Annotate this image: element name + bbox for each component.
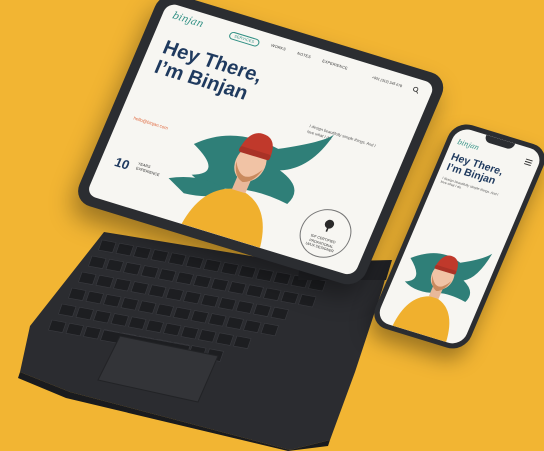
keyboard-key[interactable] [140,265,159,279]
keyboard-key[interactable] [120,297,139,311]
keyboard-key[interactable] [263,287,282,301]
tablet-phone-number[interactable]: +001 (313) 345 678 [371,75,403,88]
phone-logo[interactable]: binjan [456,138,480,152]
keyboard-key[interactable] [133,246,152,260]
keyboard-key[interactable] [180,326,199,340]
keyboard-key[interactable] [228,281,247,295]
nav-works[interactable]: WORKS [269,43,286,55]
tablet-logo[interactable]: binjan [171,11,205,30]
keyboard-key[interactable] [245,284,264,298]
keyboard-key[interactable] [198,329,217,343]
menu-icon[interactable] [523,158,533,167]
keyboard-key[interactable] [298,294,317,308]
keyboard-key[interactable] [75,306,94,321]
keyboard-key[interactable] [203,258,222,273]
keyboard-key[interactable] [225,316,244,330]
years-number: 10 [112,154,132,173]
keyboard-key[interactable] [68,287,87,301]
keyboard-key[interactable] [65,322,84,337]
keyboard-key[interactable] [155,303,174,317]
keyboard-key[interactable] [185,255,204,269]
keyboard-key[interactable] [193,274,212,289]
keyboard-key[interactable] [260,322,279,337]
keyboard-key[interactable] [253,303,272,317]
keyboard-key[interactable] [200,294,219,308]
nav-services[interactable]: SERVICES [227,30,261,48]
tablet-email[interactable]: hello@binjan.com [133,115,169,130]
tree-icon [318,218,338,238]
keyboard-key[interactable] [150,249,169,263]
years-label: YEARS EXPERIENCE [135,162,162,178]
keyboard-key[interactable] [158,268,177,282]
keyboard-key[interactable] [163,322,182,337]
keyboard-key[interactable] [273,271,292,285]
keyboard-key[interactable] [218,297,237,311]
keyboard-key[interactable] [145,319,164,333]
keyboard-key[interactable] [88,255,107,269]
keyboard-key[interactable] [190,310,209,324]
keyboard-key[interactable] [270,306,289,321]
keyboard-key[interactable] [98,239,117,253]
keyboard-key[interactable] [105,258,124,273]
keyboard-key[interactable] [83,326,102,340]
hero-scene: binjan SERVICES WORKS NOTES EXPERIENCE +… [0,0,544,451]
keyboard-key[interactable] [208,313,227,327]
keyboard-key[interactable] [168,252,187,266]
keyboard-key[interactable] [138,300,157,314]
keyboard-key[interactable] [165,287,184,301]
keyboard-key[interactable] [220,262,239,276]
keyboard-key[interactable] [110,313,129,327]
keyboard-key[interactable] [58,303,77,317]
keyboard-key[interactable] [85,290,104,305]
keyboard-key[interactable] [130,281,149,295]
keyboard-key[interactable] [255,268,274,282]
keyboard-key[interactable] [173,306,192,321]
keyboard-key[interactable] [103,294,122,308]
keyboard-key[interactable] [238,265,257,279]
keyboard-key[interactable] [48,319,67,333]
keyboard-key[interactable] [175,271,194,285]
keyboard-key[interactable] [210,278,229,292]
keyboard-key[interactable] [95,274,114,289]
nav-experience[interactable]: EXPERIENCE [320,59,348,74]
keyboard-key[interactable] [243,319,262,333]
keyboard-key[interactable] [183,290,202,305]
keyboard-key[interactable] [113,278,132,292]
nav-notes[interactable]: NOTES [295,51,311,63]
keyboard-key[interactable] [115,242,134,257]
phone-notch [483,134,516,151]
keyboard-key[interactable] [78,271,97,285]
keyboard-key[interactable] [93,310,112,324]
keyboard-key[interactable] [128,316,147,330]
keyboard-key[interactable] [308,278,327,292]
keyboard-key[interactable] [280,290,299,305]
keyboard-key[interactable] [233,335,252,349]
keyboard-key[interactable] [123,262,142,276]
keyboard-key[interactable] [215,332,234,346]
keyboard-key[interactable] [148,284,167,298]
keyboard-key[interactable] [235,300,254,314]
search-icon[interactable] [411,86,421,96]
